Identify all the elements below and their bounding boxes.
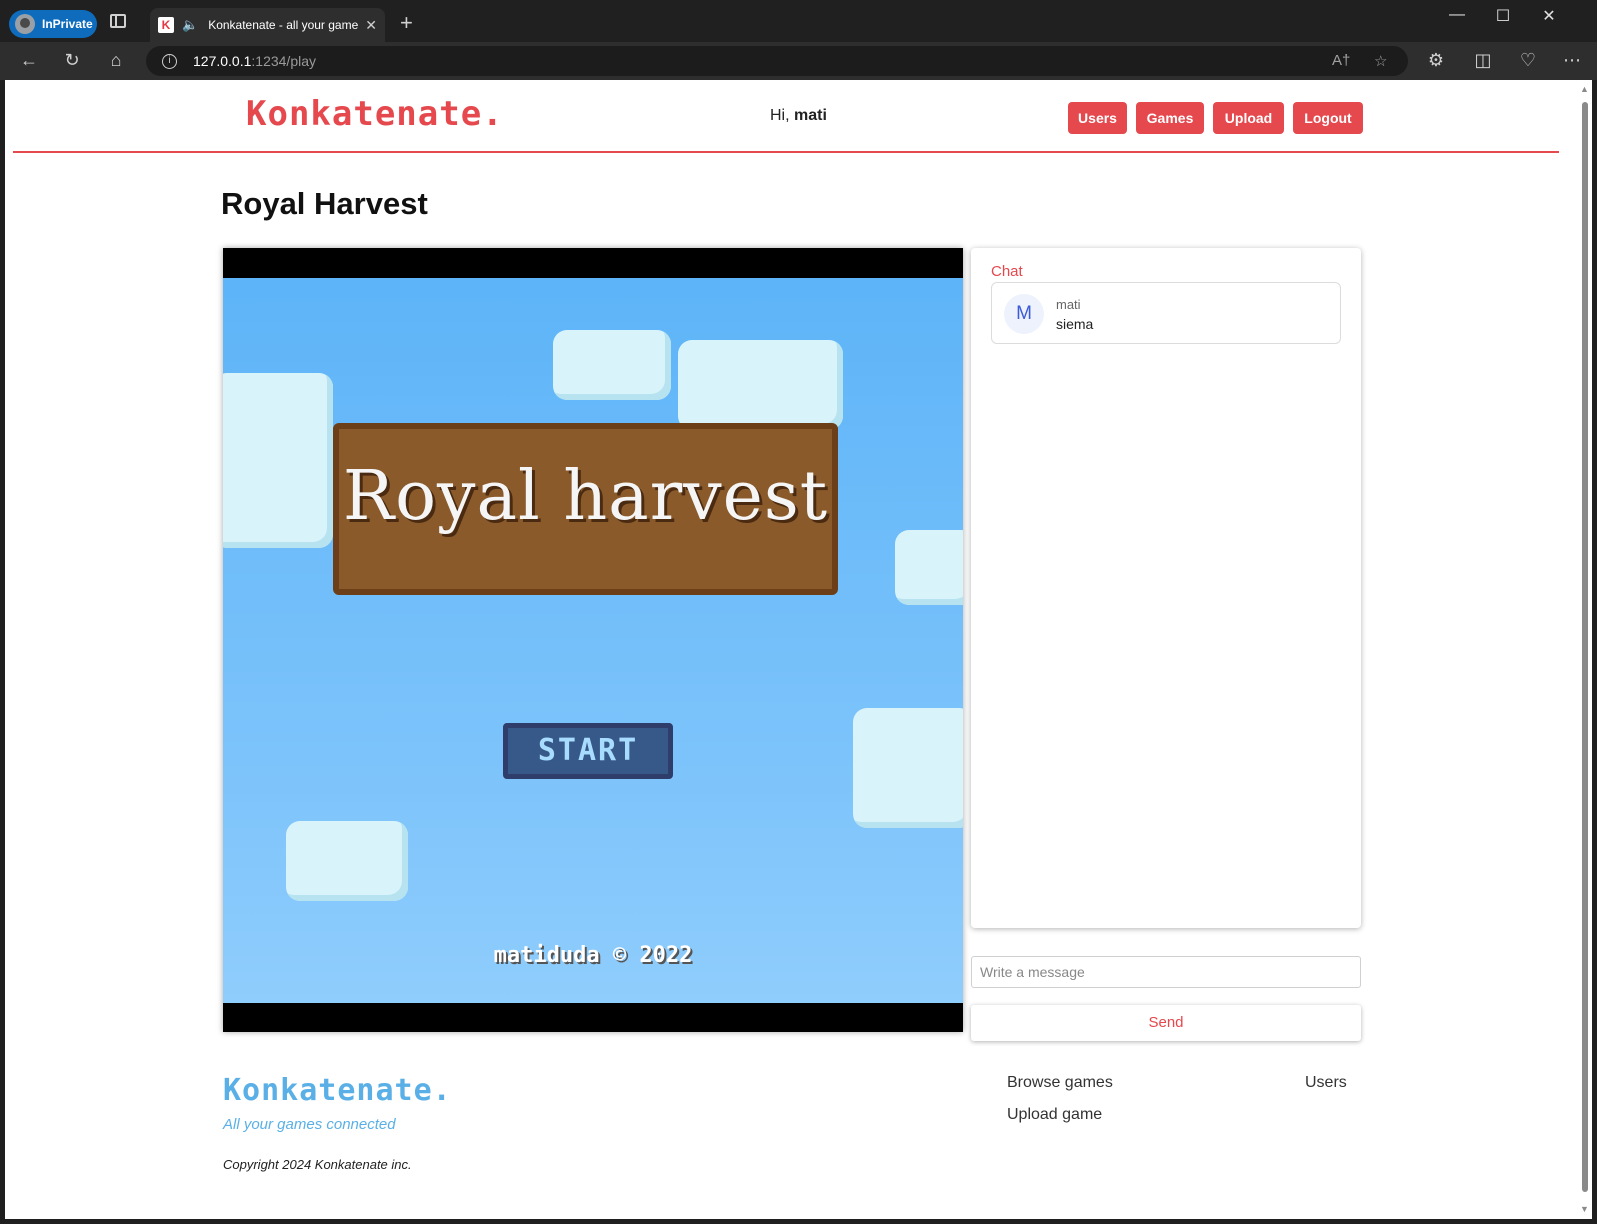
browser-titlebar: InPrivate K 🔈 Konkatenate - all your gam… xyxy=(0,0,1597,42)
message-text: siema xyxy=(1056,316,1094,332)
greeting: Hi, mati xyxy=(770,107,827,125)
page-title: Royal Harvest xyxy=(221,186,428,221)
speaker-icon[interactable]: 🔈 xyxy=(182,17,198,33)
footer-copyright: Copyright 2024 Konkatenate inc. xyxy=(223,1157,412,1172)
address-bar[interactable]: i 127.0.0.1:1234/play A† ☆ xyxy=(146,46,1408,76)
site-header: Konkatenate. Hi, mati Users Games Upload… xyxy=(13,80,1559,153)
site-info-icon[interactable]: i xyxy=(162,53,177,69)
more-menu-icon[interactable]: ⋯ xyxy=(1560,50,1584,70)
send-button[interactable]: Send xyxy=(971,1005,1361,1041)
avatar: M xyxy=(1004,294,1044,334)
cloud xyxy=(678,340,843,430)
profile-avatar-icon xyxy=(15,14,35,34)
footer-link-users[interactable]: Users xyxy=(1305,1074,1347,1092)
footer-link-upload-game[interactable]: Upload game xyxy=(1007,1106,1102,1124)
footer-logo[interactable]: Konkatenate. xyxy=(223,1073,452,1108)
read-aloud-icon[interactable]: A† xyxy=(1332,52,1350,69)
maximize-icon[interactable]: ☐ xyxy=(1480,6,1526,26)
game-title-text: Royal harvest xyxy=(342,457,829,536)
home-icon[interactable]: ⌂ xyxy=(104,50,128,70)
scroll-down-icon[interactable]: ▼ xyxy=(1580,1204,1589,1214)
game-start-button[interactable]: START xyxy=(503,723,673,779)
chat-title: Chat xyxy=(991,263,1023,280)
footer-link-browse-games[interactable]: Browse games xyxy=(1007,1074,1113,1092)
cloud xyxy=(895,530,963,605)
scrollbar-thumb[interactable] xyxy=(1582,102,1588,1192)
browser-essentials-icon[interactable]: ♡ xyxy=(1516,50,1540,70)
back-icon[interactable]: ← xyxy=(17,50,41,70)
greeting-username: mati xyxy=(794,107,827,124)
message-input[interactable] xyxy=(971,956,1361,988)
game-copyright: matiduda © 2022 xyxy=(493,943,693,968)
browser-navbar: ← ↻ ⌂ i 127.0.0.1:1234/play A† ☆ ⚙ ◫ ♡ ⋯ xyxy=(0,42,1597,80)
extensions-icon[interactable]: ⚙ xyxy=(1424,50,1448,70)
footer-tagline: All your games connected xyxy=(223,1116,396,1133)
close-window-icon[interactable]: ✕ xyxy=(1526,6,1572,26)
favorite-star-icon[interactable]: ☆ xyxy=(1374,52,1387,70)
game-sky: Royal harvest START matiduda © 2022 xyxy=(223,278,963,1003)
url-host: 127.0.0.1 xyxy=(193,53,252,69)
page-viewport: Konkatenate. Hi, mati Users Games Upload… xyxy=(5,80,1578,1219)
chat-panel: Chat M mati siema xyxy=(971,248,1361,928)
upload-button[interactable]: Upload xyxy=(1213,102,1284,134)
cloud xyxy=(286,821,408,901)
message-author: mati xyxy=(1056,297,1081,312)
tab-actions-icon[interactable] xyxy=(110,14,126,28)
games-button[interactable]: Games xyxy=(1136,102,1204,134)
new-tab-icon[interactable]: + xyxy=(400,12,413,34)
logout-button[interactable]: Logout xyxy=(1293,102,1363,134)
scroll-up-icon[interactable]: ▲ xyxy=(1580,84,1589,94)
greeting-prefix: Hi, xyxy=(770,107,794,124)
refresh-icon[interactable]: ↻ xyxy=(60,50,84,70)
close-tab-icon[interactable]: ✕ xyxy=(365,17,377,34)
inprivate-badge[interactable]: InPrivate xyxy=(9,10,97,38)
browser-tab[interactable]: K 🔈 Konkatenate - all your game ✕ xyxy=(150,8,385,42)
inprivate-label: InPrivate xyxy=(42,17,93,31)
tab-title: Konkatenate - all your game xyxy=(208,18,359,32)
split-screen-icon[interactable]: ◫ xyxy=(1471,50,1495,70)
chat-message: M mati siema xyxy=(991,282,1341,344)
site-logo[interactable]: Konkatenate. xyxy=(246,94,504,134)
cloud xyxy=(553,330,671,400)
game-canvas[interactable]: Royal harvest START matiduda © 2022 xyxy=(223,248,963,1032)
page-scrollbar[interactable]: ▲ ▼ xyxy=(1578,80,1592,1219)
game-title-banner: Royal harvest xyxy=(333,423,838,595)
minimize-icon[interactable]: — xyxy=(1434,6,1480,24)
cloud xyxy=(853,708,963,828)
url-path: :1234/play xyxy=(251,53,316,69)
users-button[interactable]: Users xyxy=(1068,102,1127,134)
favicon-icon: K xyxy=(158,17,174,33)
cloud xyxy=(223,373,333,548)
